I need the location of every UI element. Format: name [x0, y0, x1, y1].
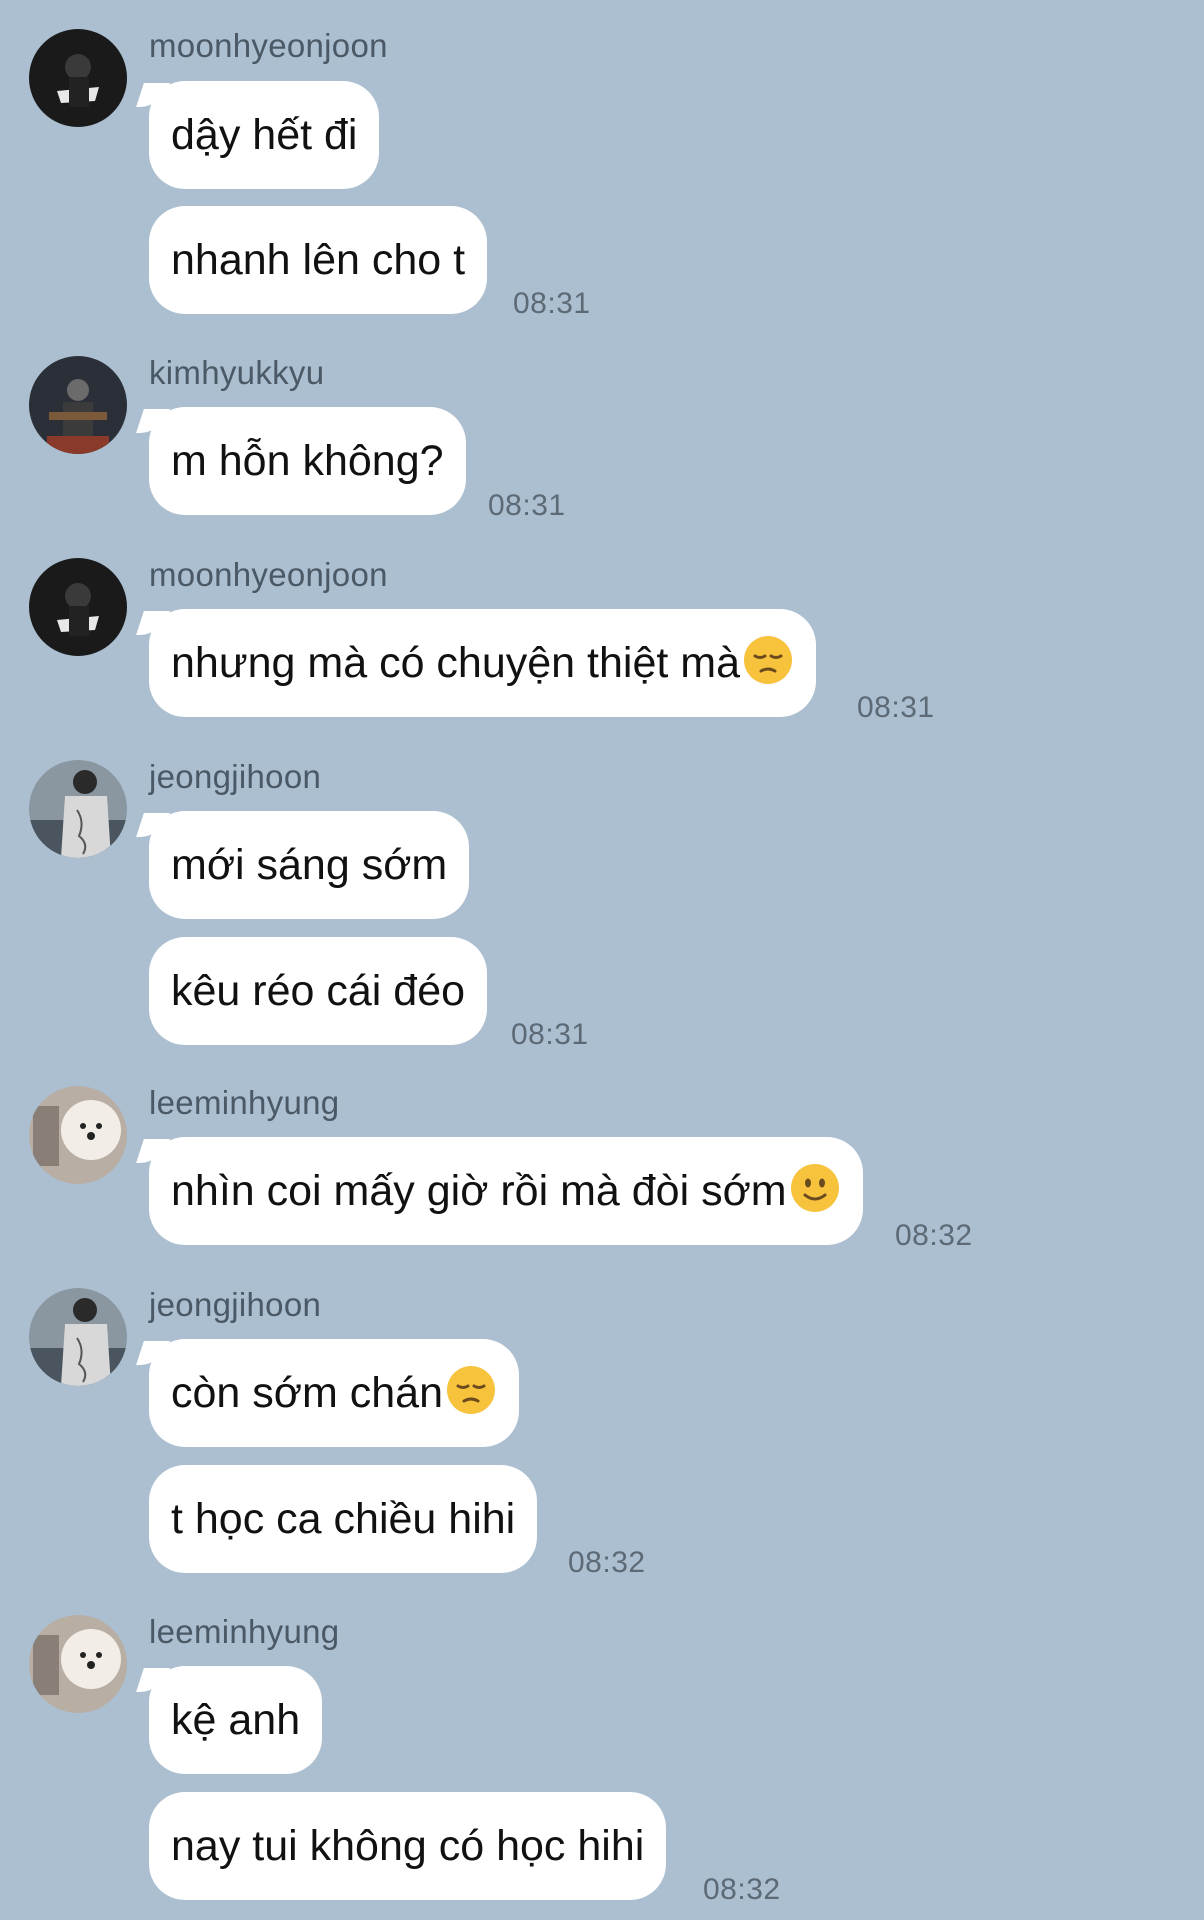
avatar[interactable] — [29, 760, 127, 858]
message-bubble[interactable]: còn sớm chán — [149, 1339, 519, 1447]
message-text: dậy hết đi — [171, 111, 358, 159]
sender-name: jeongjihoon — [149, 758, 322, 795]
message-time: 08:31 — [857, 691, 935, 724]
message-text: m hỗn không? — [171, 437, 444, 485]
message-bubble[interactable]: mới sáng sớm — [149, 811, 470, 919]
pensive-face-icon — [742, 634, 794, 686]
message-bubble[interactable]: kệ anh — [149, 1666, 323, 1774]
message-bubble[interactable]: nhưng mà có chuyện thiệt mà — [149, 609, 816, 717]
message-text: nhanh lên cho t — [171, 236, 466, 284]
message-bubble[interactable]: t học ca chiều hihi — [149, 1465, 538, 1573]
message-text: kêu réo cái đéo — [171, 967, 466, 1015]
message-text: mới sáng sớm — [171, 841, 448, 889]
message-time: 08:32 — [703, 1873, 781, 1906]
sender-name: moonhyeonjoon — [149, 556, 388, 593]
message-text: t học ca chiều hihi — [171, 1495, 516, 1543]
sender-name: kimhyukkyu — [149, 354, 325, 391]
avatar[interactable] — [29, 1615, 127, 1713]
message-text: nhìn coi mấy giờ rồi mà đòi sớm — [171, 1167, 787, 1215]
pensive-face-icon — [445, 1364, 497, 1416]
message-bubble[interactable]: nhanh lên cho t — [149, 206, 488, 314]
avatar[interactable] — [29, 1086, 127, 1184]
avatar[interactable] — [29, 29, 127, 127]
message-time: 08:32 — [895, 1219, 973, 1252]
sender-name: leeminhyung — [149, 1613, 340, 1650]
avatar[interactable] — [29, 1288, 127, 1386]
sender-name: leeminhyung — [149, 1084, 340, 1121]
avatar[interactable] — [29, 356, 127, 454]
avatar[interactable] — [29, 558, 127, 656]
slightly-smiling-face-icon — [789, 1162, 841, 1214]
message-time: 08:31 — [488, 489, 566, 522]
message-text: nhưng mà có chuyện thiệt mà — [171, 639, 740, 687]
message-text: còn sớm chán — [171, 1369, 443, 1417]
message-time: 08:31 — [511, 1018, 589, 1051]
message-bubble[interactable]: kêu réo cái đéo — [149, 937, 488, 1045]
message-bubble[interactable]: nay tui không có học hihi — [149, 1792, 667, 1900]
message-bubble[interactable]: m hỗn không? — [149, 407, 466, 515]
message-text: nay tui không có học hihi — [171, 1822, 645, 1870]
sender-name: jeongjihoon — [149, 1286, 322, 1323]
message-text: kệ anh — [171, 1696, 301, 1744]
chat-area: moonhyeonjoon dậy hết đi nhanh lên cho t… — [0, 0, 1204, 1920]
message-bubble[interactable]: dậy hết đi — [149, 81, 380, 189]
sender-name: moonhyeonjoon — [149, 27, 388, 64]
message-time: 08:31 — [513, 287, 591, 320]
message-time: 08:32 — [568, 1546, 646, 1579]
message-bubble[interactable]: nhìn coi mấy giờ rồi mà đòi sớm — [149, 1137, 863, 1245]
